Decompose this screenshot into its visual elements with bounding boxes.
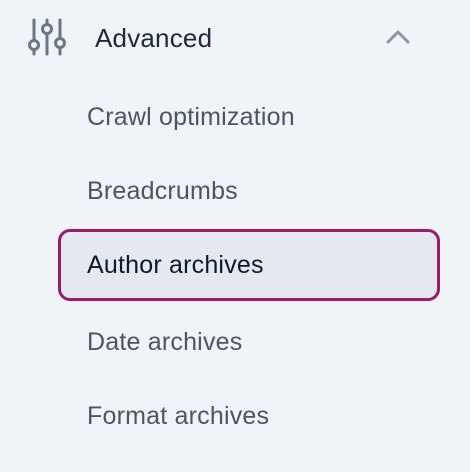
sliders-icon — [28, 17, 66, 57]
nav-item-format-archives[interactable]: Format archives — [58, 380, 440, 452]
nav-item-author-archives[interactable]: Author archives — [58, 229, 440, 301]
nav-item-label: Date archives — [87, 328, 243, 356]
sidebar-nav: Advanced Crawl optimization Breadcrumbs … — [0, 0, 470, 472]
nav-item-label: Crawl optimization — [87, 103, 295, 131]
section-title: Advanced — [95, 23, 213, 53]
section-toggle-advanced[interactable]: Advanced — [0, 0, 470, 78]
nav-item-label: Breadcrumbs — [87, 177, 238, 205]
nav-item-label: Format archives — [87, 402, 270, 430]
nav-item-label: Author archives — [87, 251, 264, 279]
nav-item-crawl-optimization[interactable]: Crawl optimization — [58, 81, 440, 153]
chevron-up-icon[interactable] — [384, 28, 412, 46]
nav-item-date-archives[interactable]: Date archives — [58, 306, 440, 378]
nav-item-breadcrumbs[interactable]: Breadcrumbs — [58, 155, 440, 227]
